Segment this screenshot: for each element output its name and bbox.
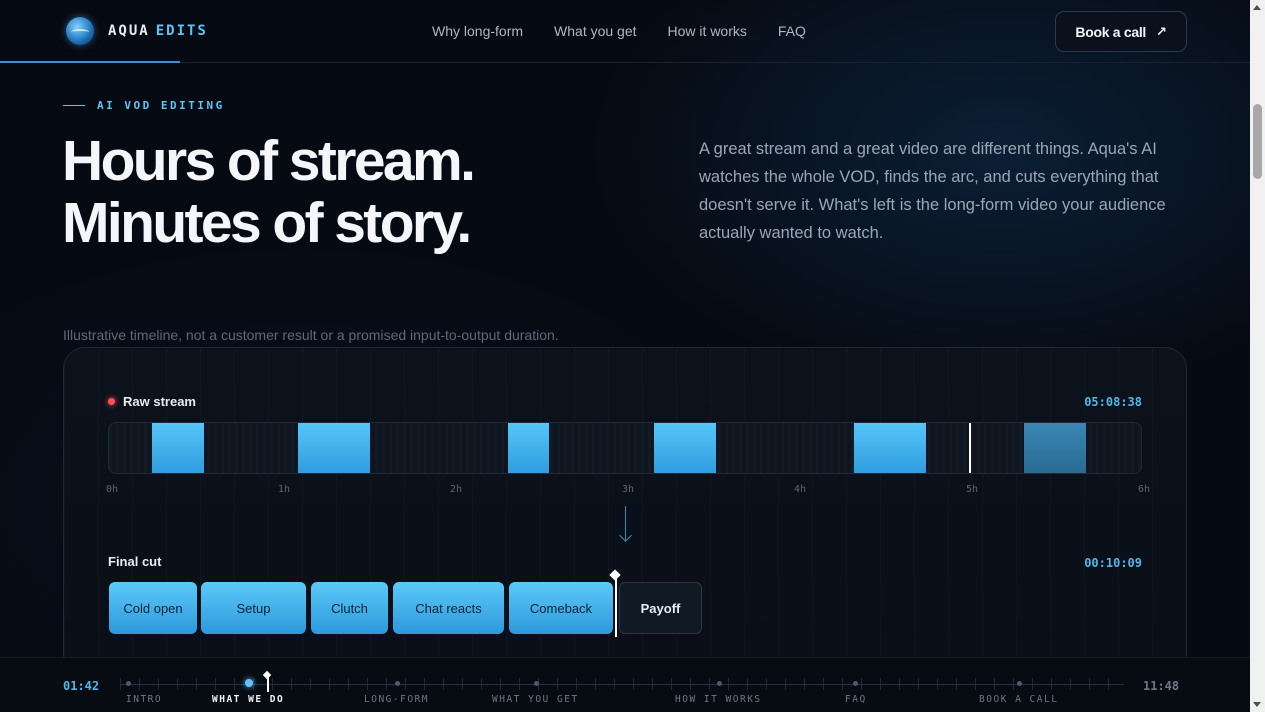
hour-tick-label: 0h	[106, 484, 119, 495]
clip-chat-reacts[interactable]: Chat reacts	[393, 582, 504, 634]
arrow-up-right-icon: ↗	[1156, 23, 1167, 39]
page-scrollbar[interactable]	[1250, 0, 1265, 712]
chapter-dot-how-it-works[interactable]	[717, 681, 722, 686]
scrubber-ticks	[120, 678, 1124, 690]
header-progress-bar	[0, 61, 180, 63]
scrollbar-thumb[interactable]	[1253, 104, 1262, 179]
hour-tick-label: 2h	[450, 484, 463, 495]
timeline-panel: Raw stream 05:08:38 0h 1h 2h 3h 4h 5h 6h Final…	[63, 347, 1187, 677]
nav-link-faq[interactable]: FAQ	[778, 23, 806, 39]
book-a-call-label: Book a call	[1075, 23, 1147, 40]
brand-name-first: AQUA	[108, 23, 150, 39]
raw-highlight-segment[interactable]	[1024, 423, 1086, 473]
brand-name: AQUA EDITS	[108, 23, 208, 39]
scroll-up-arrow-icon[interactable]	[1253, 5, 1261, 10]
clip-comeback[interactable]: Comeback	[509, 582, 613, 634]
clip-clutch[interactable]: Clutch	[311, 582, 388, 634]
chapter-dot-long-form[interactable]	[395, 681, 400, 686]
headline-line-1: Hours of stream.	[62, 129, 476, 193]
hour-tick-label: 5h	[966, 484, 979, 495]
clip-setup[interactable]: Setup	[201, 582, 306, 634]
chapter-label-book-a-call[interactable]: BOOK A CALL	[979, 694, 1058, 705]
main-nav: Why long-form What you get How it works …	[432, 23, 806, 39]
raw-stream-time: 05:08:38	[1084, 395, 1142, 409]
hour-ticks: 0h 1h 2h 3h 4h 5h 6h	[106, 484, 1150, 498]
chapter-dot-what-we-do[interactable]	[245, 679, 253, 687]
scroll-down-arrow-icon[interactable]	[1253, 702, 1261, 707]
headline-line-2: Minutes of story.	[62, 191, 472, 255]
raw-highlight-segment[interactable]	[298, 423, 371, 473]
hero-intro: A great stream and a great video are dif…	[699, 140, 1166, 242]
chapter-label-what-you-get[interactable]: WHAT YOU GET	[492, 694, 579, 705]
raw-stream-label: Raw stream	[108, 394, 196, 409]
scrubber-total-time: 11:48	[1143, 679, 1180, 693]
timeline-disclaimer: Illustrative timeline, not a customer re…	[63, 327, 559, 343]
final-cut-time: 00:10:09	[1084, 556, 1142, 570]
chapter-label-what-we-do[interactable]: WHAT WE DO	[212, 694, 284, 705]
eyebrow-line	[63, 105, 85, 106]
brand-logo-link[interactable]: AQUA EDITS	[66, 17, 208, 45]
page-scrubber: 01:42 INTRO WHAT WE DO LONG-FORM WHAT YO…	[0, 657, 1250, 712]
nav-link-why-long-form[interactable]: Why long-form	[432, 23, 523, 39]
globe-logo-icon	[66, 17, 94, 45]
raw-highlight-segment[interactable]	[853, 423, 926, 473]
hero-headline: Hours of stream. Minutes of story.	[62, 129, 476, 255]
hour-tick-label: 4h	[794, 484, 807, 495]
recording-dot-icon	[108, 398, 115, 405]
scrubber-playhead[interactable]	[267, 674, 269, 692]
chapter-dot-faq[interactable]	[853, 681, 858, 686]
raw-highlight-segment[interactable]	[508, 423, 550, 473]
final-cut-playhead[interactable]	[615, 573, 617, 637]
eyebrow-text: AI VOD EDITING	[97, 99, 225, 112]
nav-link-how-it-works[interactable]: How it works	[668, 23, 747, 39]
final-cut-label: Final cut	[108, 554, 162, 569]
chapter-label-intro[interactable]: INTRO	[126, 694, 162, 705]
chapter-label-long-form[interactable]: LONG-FORM	[364, 694, 429, 705]
hour-tick-label: 3h	[622, 484, 635, 495]
arrow-down-icon	[619, 506, 633, 544]
chapter-label-faq[interactable]: FAQ	[845, 694, 867, 705]
hour-tick-label: 6h	[1138, 484, 1151, 495]
scrubber-current-time: 01:42	[63, 679, 100, 693]
raw-highlight-segment[interactable]	[152, 423, 204, 473]
chapter-dot-what-you-get[interactable]	[534, 681, 539, 686]
chapter-label-how-it-works[interactable]: HOW IT WORKS	[675, 694, 762, 705]
book-a-call-button[interactable]: Book a call ↗	[1055, 11, 1187, 52]
clip-payoff[interactable]: Payoff	[619, 582, 702, 634]
hero-eyebrow: AI VOD EDITING	[63, 99, 225, 112]
site-header: AQUA EDITS Why long-form What you get How…	[0, 0, 1250, 63]
raw-stream-text: Raw stream	[123, 394, 196, 409]
chapter-dot-book-a-call[interactable]	[1017, 681, 1022, 686]
brand-name-second: EDITS	[155, 23, 208, 39]
chapter-dot-intro[interactable]	[126, 681, 131, 686]
clip-cold-open[interactable]: Cold open	[109, 582, 197, 634]
hour-tick-label: 1h	[278, 484, 291, 495]
raw-stream-playhead[interactable]	[969, 423, 971, 473]
nav-link-what-you-get[interactable]: What you get	[554, 23, 637, 39]
raw-stream-track[interactable]	[108, 422, 1142, 474]
raw-highlight-segment[interactable]	[654, 423, 717, 473]
